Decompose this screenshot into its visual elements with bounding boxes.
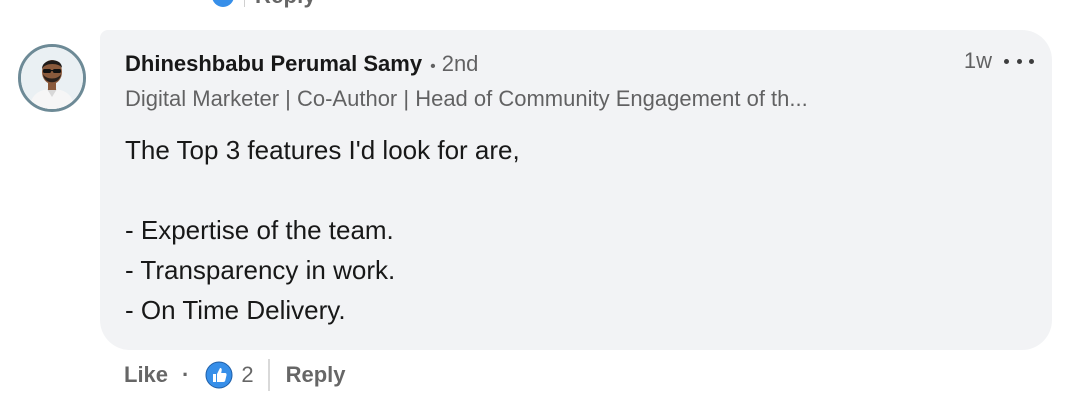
comment-header: Dhineshbabu Perumal Samy • 2nd Digital M… — [125, 50, 1032, 113]
comment-line: - Transparency in work. — [125, 255, 396, 285]
like-button[interactable]: Like — [124, 362, 168, 388]
reaction-count[interactable]: 2 — [241, 362, 253, 388]
action-separator: · — [182, 362, 190, 387]
previous-comment-actions: Reply — [212, 0, 316, 9]
reply-button[interactable]: Reply — [286, 362, 346, 388]
comment-actions: Like · 2 Reply — [124, 357, 346, 393]
comment-line: The Top 3 features I'd look for are, — [125, 135, 520, 165]
like-reaction-icon — [212, 0, 234, 7]
comment-bubble: Dhineshbabu Perumal Samy • 2nd Digital M… — [100, 30, 1052, 350]
separator-dot: • — [430, 58, 436, 75]
ellipsis-icon[interactable] — [1004, 49, 1034, 73]
comment-line: - On Time Delivery. — [125, 295, 346, 325]
action-divider — [244, 0, 245, 7]
comment-line — [125, 170, 1027, 210]
author-headline: Digital Marketer | Co-Author | Head of C… — [125, 86, 808, 111]
comment-body: The Top 3 features I'd look for are, - E… — [125, 130, 1027, 330]
like-reaction-icon[interactable] — [205, 361, 233, 389]
connection-degree: 2nd — [441, 51, 479, 76]
comment-line: - Expertise of the team. — [125, 215, 394, 245]
action-divider — [267, 359, 270, 391]
timestamp: 1w — [963, 48, 992, 73]
previous-reply-button[interactable]: Reply — [255, 0, 316, 9]
author-line: Dhineshbabu Perumal Samy • 2nd — [125, 50, 1032, 81]
avatar[interactable] — [18, 44, 86, 112]
comment-meta: 1w — [964, 48, 1034, 74]
author-name[interactable]: Dhineshbabu Perumal Samy — [125, 50, 422, 78]
avatar-photo — [21, 47, 83, 109]
